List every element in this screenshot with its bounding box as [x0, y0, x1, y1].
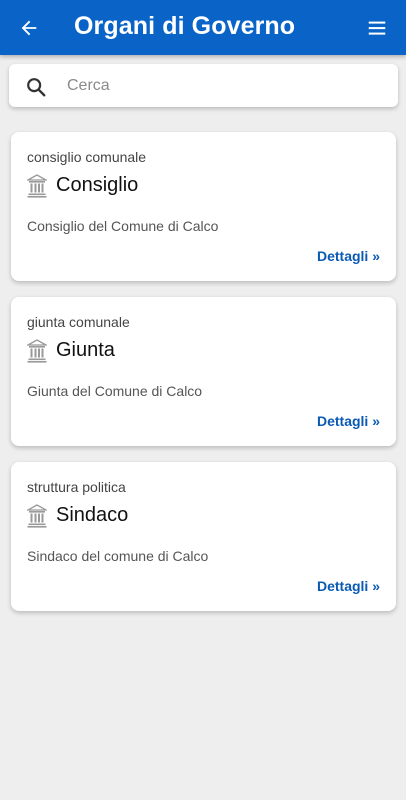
- app-bar: Organi di Governo: [0, 0, 406, 55]
- back-button[interactable]: [14, 13, 44, 43]
- card-description: Giunta del Comune di Calco: [27, 383, 203, 399]
- details-link[interactable]: Dettagli »: [317, 248, 380, 264]
- card-title: Consiglio: [56, 174, 139, 196]
- details-link[interactable]: Dettagli »: [317, 578, 380, 594]
- card-consiglio: consiglio comunale Consiglio Consiglio d…: [11, 132, 396, 281]
- details-link[interactable]: Dettagli »: [317, 413, 380, 429]
- search-icon: [27, 78, 46, 97]
- card-category: giunta comunale: [27, 314, 130, 330]
- card-sindaco: struttura politica Sindaco Sindaco del c…: [11, 462, 396, 611]
- hamburger-menu-icon: [368, 21, 386, 35]
- card-giunta: giunta comunale Giunta Giunta del Comune…: [11, 297, 396, 446]
- card-category: struttura politica: [27, 479, 126, 495]
- menu-button[interactable]: [362, 13, 392, 43]
- card-description: Consiglio del Comune di Calco: [27, 218, 219, 234]
- card-title: Sindaco: [56, 504, 129, 526]
- search-bar[interactable]: [9, 64, 398, 107]
- building-icon: [27, 339, 47, 363]
- building-icon: [27, 174, 47, 198]
- card-description: Sindaco del comune di Calco: [27, 548, 209, 564]
- card-category: consiglio comunale: [27, 149, 147, 165]
- arrow-left-icon: [21, 20, 37, 36]
- page-title: Organi di Governo: [74, 12, 296, 40]
- search-input[interactable]: [65, 70, 389, 102]
- building-icon: [27, 504, 47, 528]
- card-title: Giunta: [56, 339, 115, 361]
